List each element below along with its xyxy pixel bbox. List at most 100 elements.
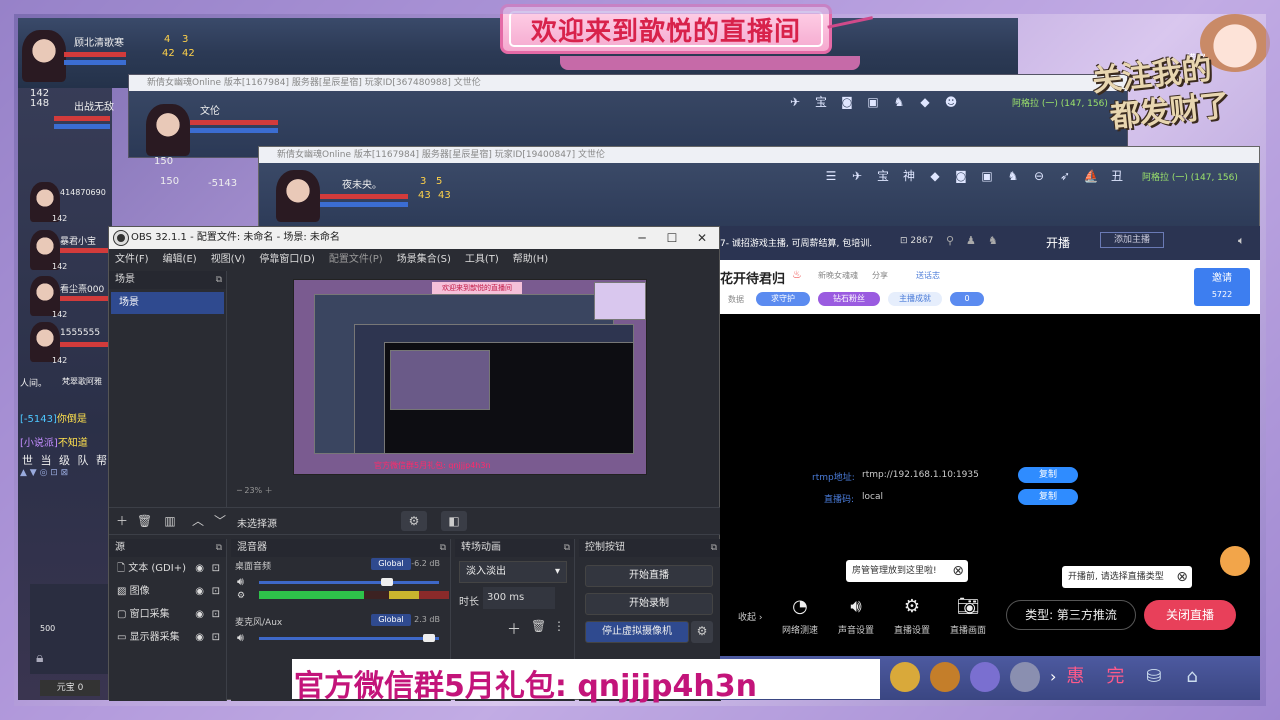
invite-button[interactable]: 邀请 5722 [1194,268,1250,306]
maximize-icon[interactable]: ☐ [657,227,687,249]
skill-icon[interactable] [1010,662,1040,692]
rocket-icon[interactable]: ➶ [1056,168,1074,184]
chevron-right-icon[interactable]: › [1050,662,1056,692]
camera-icon[interactable]: ◙ [838,94,856,110]
shop-icon[interactable]: ⌂ [1186,662,1216,692]
speaker-icon[interactable]: 🔊︎ [237,575,244,589]
room-tag[interactable]: 新晚女魂魂 [818,270,858,281]
volume-knob[interactable] [423,634,435,642]
add-icon[interactable]: ＋ [115,514,129,528]
live-settings-tool[interactable]: ⚙ 直播设置 [884,596,940,636]
chat-channel-tabs[interactable]: 世 当 级 队 帮 [22,452,109,468]
channel-global-badge[interactable]: Global [371,614,411,626]
room-tag[interactable]: 送话志 [916,270,940,281]
collapse-button[interactable]: 收起 › [738,610,762,623]
close-tooltip-icon[interactable]: ⊗ [1176,566,1188,588]
achievement-badge[interactable]: 主播成就 [888,292,942,306]
lock-icon[interactable]: ⊡ [212,580,220,603]
settings-icon[interactable]: ⚙ [237,591,245,601]
ugly-icon[interactable]: 丑 [1108,168,1126,184]
minimize-icon[interactable]: ─ [627,227,657,249]
add-host-button[interactable]: 添加主播 [1100,232,1164,248]
add-transition-icon[interactable]: ＋ [507,619,521,639]
chat-arrows[interactable]: ▲ ▼ ◎ ⊡ ⊠ [20,468,110,482]
menu-tools[interactable]: 工具(T) [465,249,499,271]
start-live-button[interactable]: 开播 [1046,234,1070,251]
source-item[interactable]: ▨ 图像 ◉ ⊡ [109,580,226,603]
shield-icon[interactable]: ▣ [978,168,996,184]
face-icon[interactable]: ☻ [942,94,960,110]
minus-icon[interactable]: ⊖ [1030,168,1048,184]
treasure-icon[interactable]: 宝 [812,94,830,110]
skill-icon[interactable] [930,662,960,692]
source-filters-icon[interactable]: ◧ [441,511,467,531]
trash-icon[interactable]: 🗑︎ [531,619,546,633]
group-icon[interactable]: ♞ [988,234,998,247]
source-item[interactable]: ▢ 窗口采集 ◉ ⊡ [109,603,226,626]
copy-key-button[interactable]: 复制 [1018,489,1078,505]
eye-icon[interactable]: ◉ [195,557,204,580]
bag-icon[interactable]: ⛁ [1146,662,1176,692]
virtual-camera-settings-icon[interactable]: ⚙ [691,621,713,643]
menu-help[interactable]: 帮助(H) [513,249,548,271]
start-stream-button[interactable]: 开始直播 [585,565,713,587]
source-item[interactable]: ▭ 显示器采集 ◉ ⊡ [109,626,226,649]
user-icon[interactable]: ♟ [966,234,976,247]
volume-slider[interactable] [259,637,439,640]
discount-icon[interactable]: 惠 [1066,662,1096,692]
close-tooltip-icon[interactable]: ⊗ [952,560,964,582]
source-properties-icon[interactable]: ⚙ [401,511,427,531]
complete-icon[interactable]: 完 [1106,662,1136,692]
stream-type-select[interactable]: 类型: 第三方推流 [1006,600,1136,630]
gem-icon[interactable]: ◆ [916,94,934,110]
shirt-icon[interactable]: ♞ [1004,168,1022,184]
ship-icon[interactable]: ⛵ [1082,168,1100,184]
eye-icon[interactable]: ◉ [195,580,204,603]
undock-icon[interactable]: ⧉ [216,539,222,557]
gem-icon[interactable]: ◆ [926,168,944,184]
scene-item[interactable]: 场景 [111,292,224,314]
lock-icon[interactable]: ⊡ [212,603,220,626]
more-icon[interactable]: ⋮ [553,619,565,633]
undock-icon[interactable]: ⧉ [440,539,446,557]
network-test-tool[interactable]: ◔ 网络测速 [772,596,828,636]
menu-scene-collection[interactable]: 场景集合(S) [397,249,451,271]
camera-icon[interactable]: ◙ [952,168,970,184]
filter-icon[interactable]: ▥ [163,514,177,528]
lock-icon[interactable]: 🔒︎ [36,650,43,666]
close-live-button[interactable]: 关闭直播 [1144,600,1236,630]
copy-rtmp-button[interactable]: 复制 [1018,467,1078,483]
speaker-icon[interactable]: 🔊︎ [237,631,244,645]
menu-edit[interactable]: 编辑(E) [163,249,197,271]
god-icon[interactable]: 神 [900,168,918,184]
obs-preview[interactable]: 欢迎来到歆悦的直播间 官方微信群5月礼包: qnjjjp4h3n [293,279,647,475]
eye-icon[interactable]: ◉ [195,603,204,626]
duration-input[interactable]: 300 ms [483,587,555,609]
eye-icon[interactable]: ◉ [195,626,204,649]
volume-slider[interactable] [259,581,439,584]
shirt-icon[interactable]: ♞ [890,94,908,110]
sound-settings-tool[interactable]: 🔊︎ 声音设置 [828,596,884,636]
menu-view[interactable]: 视图(V) [211,249,246,271]
lock-icon[interactable]: ⊡ [212,626,220,649]
chevron-down-icon[interactable]: ﹀ [213,514,227,528]
treasure-icon[interactable]: 宝 [874,168,892,184]
volume-icon[interactable]: 🔈︎ [1238,234,1245,248]
close-icon[interactable]: ✕ [687,227,717,249]
feather-icon[interactable]: ✈ [848,168,866,184]
start-record-button[interactable]: 开始录制 [585,593,713,615]
transition-select[interactable]: 淡入淡出 ▾ [459,561,567,583]
trash-icon[interactable]: 🗑︎ [137,514,152,528]
room-tag[interactable]: 分享 [872,270,888,281]
pin-icon[interactable]: ⚲ [946,234,954,247]
undock-icon[interactable]: ⧉ [216,271,222,289]
menu-file[interactable]: 文件(F) [115,249,149,271]
guard-badge[interactable]: 求守护 [756,292,810,306]
feather-icon[interactable]: ✈ [786,94,804,110]
stop-virtual-camera-button[interactable]: 停止虚拟摄像机 [585,621,689,643]
skill-icon[interactable] [970,662,1000,692]
preview-zoom[interactable]: ─ 23% ＋ [237,485,273,496]
gift-icon[interactable] [1220,546,1250,576]
data-link[interactable]: 数据 [728,294,744,305]
live-screen-tool[interactable]: 📷︎ 直播画面 [940,596,996,636]
